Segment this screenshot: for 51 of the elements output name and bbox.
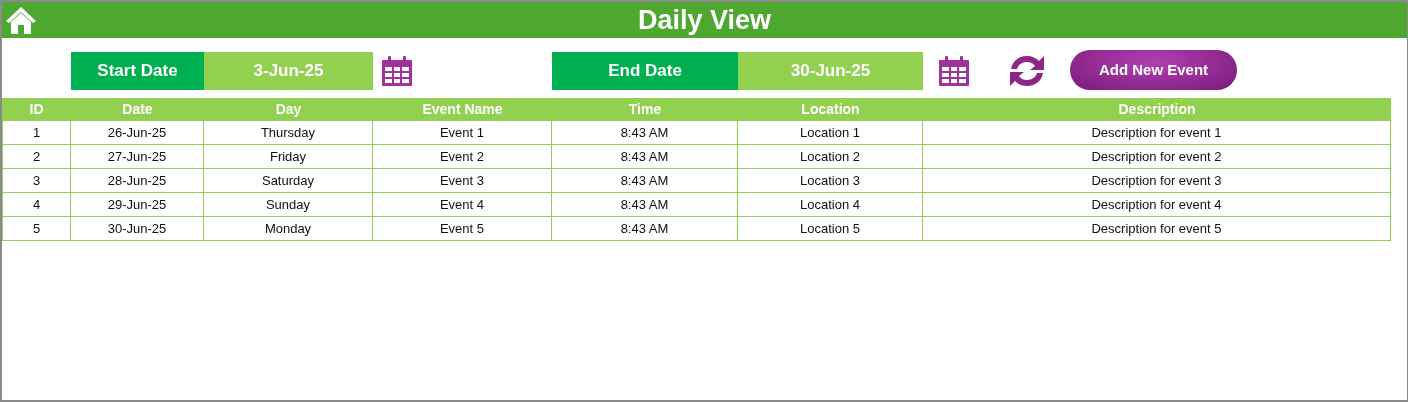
table-cell: 5 <box>2 217 71 241</box>
table-cell: 2 <box>2 145 71 169</box>
table-cell: Event 1 <box>373 121 552 145</box>
table-cell: Friday <box>204 145 373 169</box>
table-cell: Location 4 <box>738 193 923 217</box>
calendar-icon[interactable] <box>938 55 970 87</box>
column-header: Day <box>204 98 373 121</box>
calendar-icon[interactable] <box>381 55 413 87</box>
table-cell: 30-Jun-25 <box>71 217 204 241</box>
column-header: Location <box>738 98 923 121</box>
table-cell: Monday <box>204 217 373 241</box>
start-date-label: Start Date <box>71 52 204 90</box>
table-cell: 28-Jun-25 <box>71 169 204 193</box>
table-cell: Description for event 1 <box>923 121 1391 145</box>
end-date-field[interactable]: 30-Jun-25 <box>738 52 923 90</box>
table-cell: 8:43 AM <box>552 169 738 193</box>
column-header: Date <box>71 98 204 121</box>
table-cell: Location 2 <box>738 145 923 169</box>
table-cell: 3 <box>2 169 71 193</box>
table-cell: Location 1 <box>738 121 923 145</box>
column-header: Event Name <box>373 98 552 121</box>
table-cell: 4 <box>2 193 71 217</box>
table-cell: Location 3 <box>738 169 923 193</box>
table-cell: 1 <box>2 121 71 145</box>
add-event-button[interactable]: Add New Event <box>1070 50 1237 90</box>
table-cell: 29-Jun-25 <box>71 193 204 217</box>
table-cell: Saturday <box>204 169 373 193</box>
table-cell: Event 3 <box>373 169 552 193</box>
end-date-label: End Date <box>552 52 738 90</box>
table-cell: Thursday <box>204 121 373 145</box>
table-cell: Description for event 4 <box>923 193 1391 217</box>
column-header: Time <box>552 98 738 121</box>
page-title: Daily View <box>637 4 772 37</box>
column-header: ID <box>2 98 71 121</box>
column-header: Description <box>923 98 1391 121</box>
table-cell: 8:43 AM <box>552 193 738 217</box>
table-cell: 8:43 AM <box>552 145 738 169</box>
table-cell: 8:43 AM <box>552 121 738 145</box>
table-cell: Description for event 5 <box>923 217 1391 241</box>
table-cell: 27-Jun-25 <box>71 145 204 169</box>
table-cell: Location 5 <box>738 217 923 241</box>
table-cell: Sunday <box>204 193 373 217</box>
table-cell: Event 2 <box>373 145 552 169</box>
table-cell: Event 4 <box>373 193 552 217</box>
table-cell: Description for event 2 <box>923 145 1391 169</box>
table-cell: Description for event 3 <box>923 169 1391 193</box>
table-cell: 8:43 AM <box>552 217 738 241</box>
start-date-field[interactable]: 3-Jun-25 <box>204 52 373 90</box>
table-cell: Event 5 <box>373 217 552 241</box>
table-cell: 26-Jun-25 <box>71 121 204 145</box>
home-icon[interactable] <box>5 5 37 35</box>
